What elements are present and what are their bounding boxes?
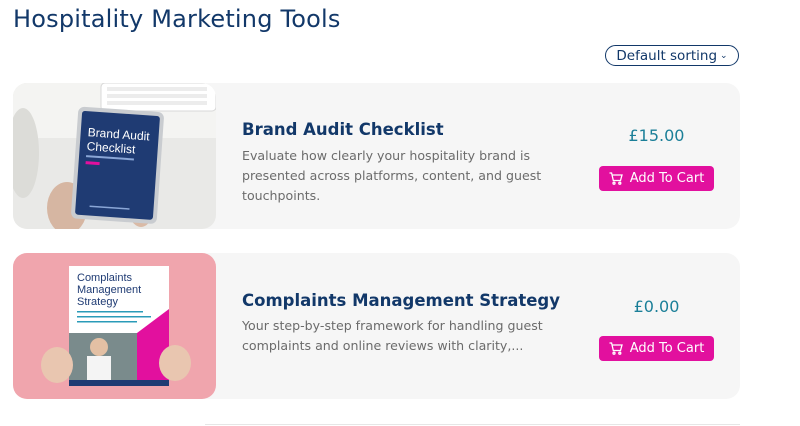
sorting-dropdown[interactable]: Default sorting ⌄ [605,45,739,66]
add-to-cart-button[interactable]: Add To Cart [599,336,714,361]
divider [205,424,740,425]
product-image-complaints-strategy[interactable]: Complaints Management Strategy [13,253,216,399]
add-to-cart-label: Add To Cart [629,341,705,356]
cart-icon [609,172,623,185]
product-price: £15.00 [628,126,685,145]
product-description: Evaluate how clearly your hospitality br… [242,148,542,203]
cart-icon [609,342,623,355]
cover-title-line1: Complaints [77,272,133,284]
product-title[interactable]: Brand Audit Checklist [242,120,444,139]
chevron-down-icon: ⌄ [720,50,728,61]
product-card: Brand Audit Checklist Brand Audit Checkl… [13,83,740,229]
sorting-selected-label: Default sorting [616,47,718,64]
product-image-brand-audit[interactable]: Brand Audit Checklist [13,83,216,229]
page-title: Hospitality Marketing Tools [13,5,341,33]
cover-title-line2: Management [77,284,141,296]
product-title[interactable]: Complaints Management Strategy [242,291,560,310]
product-price: £0.00 [633,297,680,316]
product-card: Complaints Management Strategy Complaint… [13,253,740,399]
cover-title-line3: Strategy [77,296,118,308]
add-to-cart-button[interactable]: Add To Cart [599,166,714,191]
product-description: Your step-by-step framework for handling… [242,318,543,353]
add-to-cart-label: Add To Cart [629,171,705,186]
